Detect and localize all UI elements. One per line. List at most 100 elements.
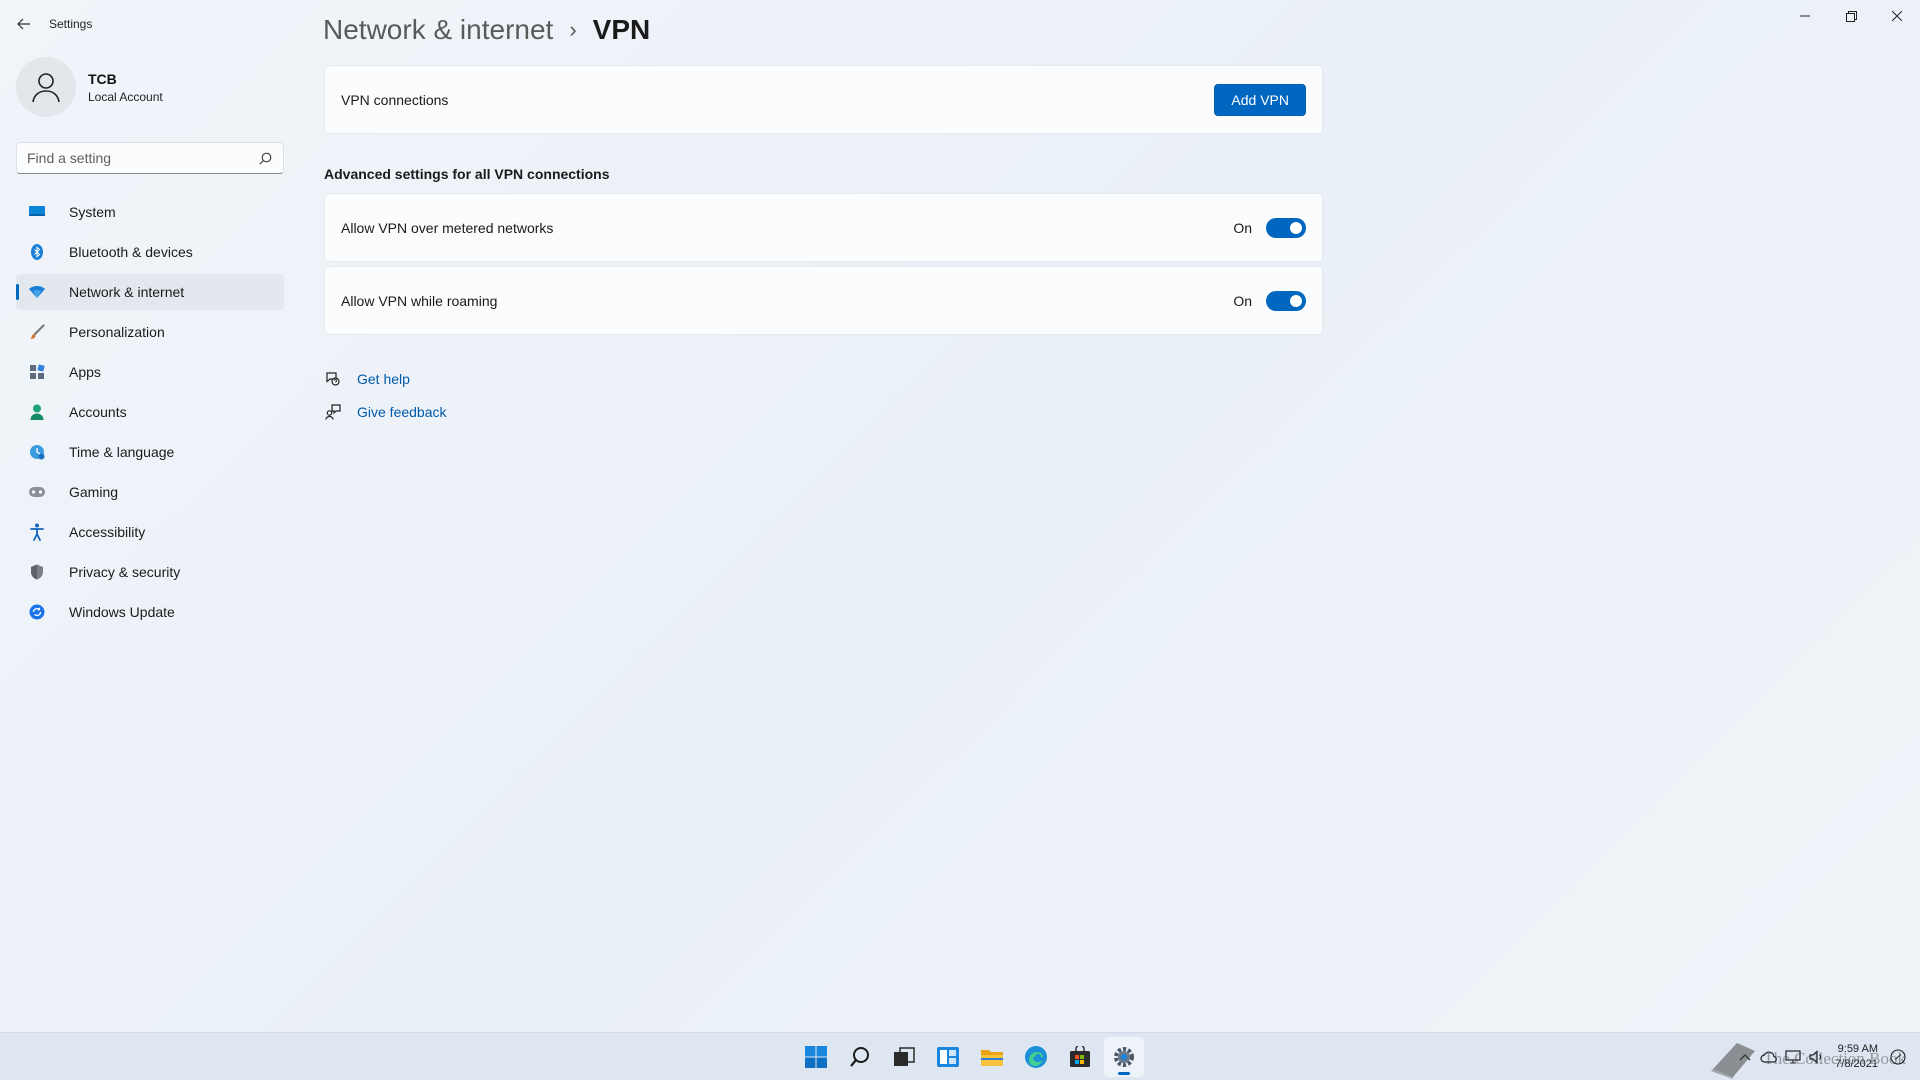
- sidebar-item-windows-update[interactable]: Windows Update: [16, 594, 284, 630]
- sidebar-item-apps[interactable]: Apps: [16, 354, 284, 390]
- clock-time: 9:59 AM: [1837, 1043, 1878, 1055]
- roaming-label: Allow VPN while roaming: [341, 292, 498, 309]
- edge-button[interactable]: [1016, 1037, 1056, 1077]
- chevron-right-icon: ›: [569, 17, 577, 42]
- sidebar-item-gaming[interactable]: Gaming: [16, 474, 284, 510]
- taskbar-search-button[interactable]: [840, 1037, 880, 1077]
- sidebar-item-label: Gaming: [69, 484, 119, 500]
- toggle-state-text: On: [1233, 292, 1252, 309]
- page-title: VPN: [592, 14, 651, 45]
- settings-icon: [1114, 1047, 1134, 1067]
- brush-icon: [28, 323, 46, 341]
- globe-clock-icon: [28, 443, 46, 461]
- file-explorer-icon: [981, 1050, 1003, 1066]
- give-feedback-label[interactable]: Give feedback: [357, 404, 447, 420]
- sidebar-item-label: Privacy & security: [69, 564, 181, 580]
- section-title-advanced: Advanced settings for all VPN connection…: [324, 166, 610, 182]
- sidebar-item-time-language[interactable]: Time & language: [16, 434, 284, 470]
- restore-button[interactable]: [1828, 0, 1874, 32]
- sidebar-item-label: Apps: [69, 364, 101, 380]
- search-input[interactable]: [27, 150, 257, 166]
- help-links: Get help Give feedback: [324, 368, 447, 434]
- sidebar-item-accounts[interactable]: Accounts: [16, 394, 284, 430]
- feedback-icon: [324, 403, 342, 421]
- roaming-toggle[interactable]: [1266, 290, 1306, 311]
- start-button[interactable]: [796, 1037, 836, 1077]
- minimize-icon: [1800, 15, 1810, 17]
- sidebar-item-label: Accounts: [69, 404, 127, 420]
- network-monitor-icon[interactable]: [1782, 1046, 1804, 1068]
- task-view-icon: [894, 1047, 915, 1066]
- close-button[interactable]: [1874, 0, 1920, 32]
- vpn-connections-card: VPN connections Add VPN: [324, 65, 1323, 134]
- cloud-icon[interactable]: [1758, 1046, 1780, 1068]
- sidebar-item-personalization[interactable]: Personalization: [16, 314, 284, 350]
- settings-window: Settings TCB Local Account Find a settin…: [0, 0, 1920, 1032]
- widgets-icon: [937, 1047, 959, 1067]
- store-icon: [1070, 1046, 1090, 1067]
- wifi-diamond-icon: [28, 283, 46, 301]
- chevron-up-icon[interactable]: [1734, 1046, 1756, 1068]
- monitor-icon: [28, 203, 46, 221]
- sidebar-item-privacy-security[interactable]: Privacy & security: [16, 554, 284, 590]
- get-help-link[interactable]: Get help: [324, 368, 447, 390]
- give-feedback-link[interactable]: Give feedback: [324, 401, 447, 423]
- breadcrumb-parent[interactable]: Network & internet: [323, 14, 553, 46]
- app-title: Settings: [49, 17, 93, 31]
- add-vpn-button[interactable]: Add VPN: [1214, 83, 1306, 116]
- person-icon: [28, 403, 46, 421]
- person-avatar-icon: [32, 73, 60, 103]
- bluetooth-icon: [28, 243, 46, 261]
- help-chat-icon: [324, 370, 342, 388]
- back-arrow-icon: [17, 18, 30, 30]
- back-button[interactable]: [10, 12, 38, 36]
- gamepad-icon: [28, 483, 46, 501]
- volume-icon[interactable]: [1806, 1046, 1828, 1068]
- sidebar-item-accessibility[interactable]: Accessibility: [16, 514, 284, 550]
- search-icon: [850, 1047, 869, 1067]
- profile-name: TCB: [88, 70, 117, 87]
- profile-account-type: Local Account: [88, 89, 163, 104]
- start-icon: [805, 1046, 827, 1068]
- get-help-label[interactable]: Get help: [357, 371, 410, 387]
- sidebar-item-label: Personalization: [69, 324, 165, 340]
- taskbar-apps: [796, 1037, 1144, 1077]
- taskbar-clock[interactable]: 9:59 AM 7/8/2021: [1835, 1042, 1878, 1072]
- sidebar-item-network[interactable]: Network & internet: [16, 274, 284, 310]
- search-box: [16, 142, 284, 174]
- store-button[interactable]: [1060, 1037, 1100, 1077]
- file-explorer-button[interactable]: [972, 1037, 1012, 1077]
- close-icon: [1892, 11, 1902, 21]
- title-bar: Settings: [0, 0, 1920, 48]
- metered-networks-label: Allow VPN over metered networks: [341, 219, 554, 236]
- sidebar-item-label: Network & internet: [69, 284, 185, 300]
- restore-icon: [1845, 10, 1857, 22]
- sidebar-item-label: Windows Update: [69, 604, 175, 620]
- widgets-button[interactable]: [928, 1037, 968, 1077]
- sidebar-item-label: System: [69, 204, 116, 220]
- window-controls: [1782, 0, 1920, 32]
- accessibility-icon: [28, 523, 46, 541]
- breadcrumb: Network & internet › VPN: [323, 10, 650, 50]
- minimize-button[interactable]: [1782, 0, 1828, 32]
- vpn-connections-label: VPN connections: [341, 91, 449, 108]
- update-icon: [28, 603, 46, 621]
- edge-icon: [1025, 1046, 1047, 1068]
- user-profile[interactable]: TCB Local Account: [16, 56, 163, 118]
- sidebar-nav: System Bluetooth & devices Network & int…: [16, 194, 284, 634]
- notification-icon[interactable]: [1887, 1046, 1909, 1068]
- shield-icon: [28, 563, 46, 581]
- search-icon[interactable]: [257, 150, 273, 166]
- metered-networks-toggle[interactable]: [1266, 217, 1306, 238]
- clock-date: 7/8/2021: [1835, 1058, 1878, 1070]
- sidebar-item-label: Time & language: [69, 444, 175, 460]
- settings-taskbar-button[interactable]: [1104, 1037, 1144, 1077]
- sidebar-item-bluetooth[interactable]: Bluetooth & devices: [16, 234, 284, 270]
- toggle-state-text: On: [1233, 219, 1252, 236]
- task-view-button[interactable]: [884, 1037, 924, 1077]
- roaming-setting: Allow VPN while roaming On: [324, 266, 1323, 335]
- sidebar-item-system[interactable]: System: [16, 194, 284, 230]
- metered-networks-setting: Allow VPN over metered networks On: [324, 193, 1323, 262]
- sidebar-item-label: Bluetooth & devices: [69, 244, 193, 260]
- taskbar: 9:59 AM 7/8/2021 The Collection Book: [0, 1032, 1920, 1080]
